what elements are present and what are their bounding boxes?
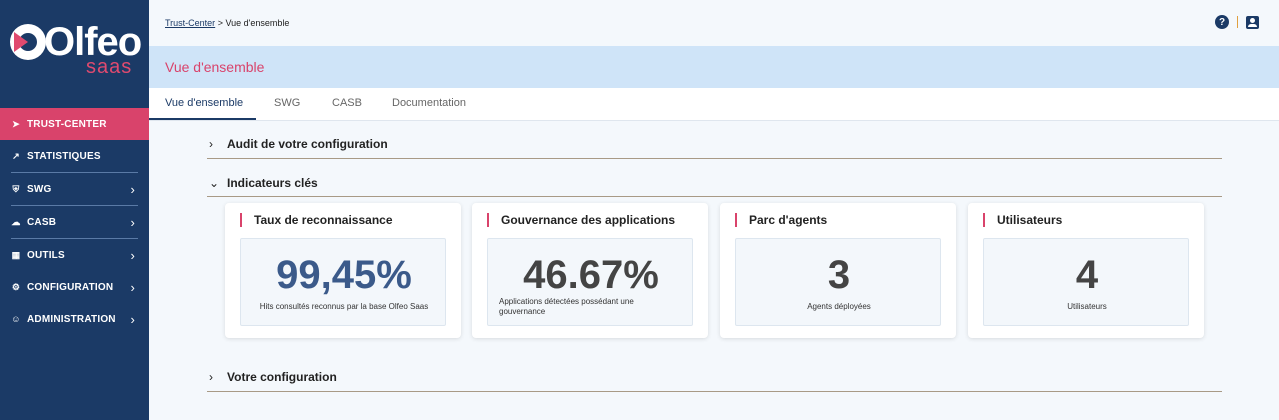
trend-icon: ↗: [12, 150, 20, 161]
card-gouvernance: Gouvernance des applications 46.67% Appl…: [472, 203, 708, 338]
card-value: 4: [1075, 253, 1099, 297]
active-tab-indicator: [149, 118, 256, 120]
cloud-icon: ☁: [11, 216, 21, 227]
section-title: Indicateurs clés: [227, 176, 318, 190]
sidebar-item-trust-center[interactable]: ➤ TRUST-CENTER: [0, 108, 149, 140]
card-accent-bar: [240, 213, 242, 227]
sidebar-item-label: CASB: [27, 216, 57, 228]
card-accent-bar: [983, 213, 985, 227]
chevron-right-icon: ›: [209, 137, 213, 151]
chevron-right-icon: ›: [130, 215, 135, 230]
card-body: 4 Utilisateurs: [983, 238, 1189, 326]
sidebar-item-casb[interactable]: ☁ CASB ›: [0, 206, 149, 238]
logo-subtext: saas: [86, 56, 133, 78]
section-audit[interactable]: › Audit de votre configuration: [207, 134, 1222, 159]
card-title: Parc d'agents: [749, 213, 828, 227]
page-title: Vue d'ensemble: [165, 59, 265, 75]
shield-icon: ⛨: [12, 183, 20, 194]
chevron-right-icon: ›: [130, 248, 135, 263]
gear-icon: ⚙: [11, 281, 21, 292]
tab-vue-ensemble[interactable]: Vue d'ensemble: [165, 97, 243, 109]
card-body: 3 Agents déployées: [735, 238, 941, 326]
sidebar-item-label: OUTILS: [27, 249, 65, 261]
olfeo-logo[interactable]: Olfeo saas: [8, 18, 142, 80]
chevron-down-icon: ⌄: [209, 176, 220, 190]
card-utilisateurs: Utilisateurs 4 Utilisateurs: [968, 203, 1204, 338]
card-body: 99,45% Hits consultés reconnus par la ba…: [240, 238, 446, 326]
section-title: Votre configuration: [227, 370, 337, 384]
sidebar-nav: ➤ TRUST-CENTER ↗ STATISTIQUES ⛨ SWG › ☁ …: [0, 108, 149, 335]
card-description: Applications détectées possédant une gou…: [499, 297, 634, 316]
card-accent-bar: [487, 213, 489, 227]
breadcrumb-link-trust-center[interactable]: Trust-Center: [165, 18, 215, 28]
user-account-icon[interactable]: [1246, 16, 1259, 29]
chevron-right-icon: ›: [130, 280, 135, 295]
users-icon: ☺: [11, 314, 21, 324]
tab-swg[interactable]: SWG: [274, 97, 300, 109]
card-parc-agents: Parc d'agents 3 Agents déployées: [720, 203, 956, 338]
sidebar-item-configuration[interactable]: ⚙ CONFIGURATION ›: [0, 271, 149, 303]
help-icon[interactable]: ?: [1215, 15, 1229, 29]
tools-icon: ▦: [11, 249, 21, 260]
card-title: Gouvernance des applications: [501, 213, 676, 227]
tab-casb[interactable]: CASB: [332, 97, 362, 109]
sidebar-item-statistiques[interactable]: ↗ STATISTIQUES: [0, 140, 149, 172]
title-band: Vue d'ensemble: [149, 46, 1279, 88]
logo-play-icon: [14, 32, 28, 52]
card-value: 99,45%: [276, 253, 412, 297]
card-description: Utilisateurs: [1067, 302, 1107, 311]
card-title: Taux de reconnaissance: [254, 213, 393, 227]
sidebar-item-label: TRUST-CENTER: [27, 118, 107, 130]
topbar-divider: [1237, 16, 1238, 28]
sidebar-item-label: SWG: [27, 183, 52, 195]
sidebar-item-outils[interactable]: ▦ OUTILS ›: [0, 239, 149, 271]
sidebar: Olfeo saas ➤ TRUST-CENTER ↗ STATISTIQUES…: [0, 0, 149, 420]
sidebar-item-label: ADMINISTRATION: [27, 313, 116, 325]
card-accent-bar: [735, 213, 737, 227]
sidebar-item-label: STATISTIQUES: [27, 150, 101, 162]
chevron-right-icon: ›: [130, 182, 135, 197]
chevron-right-icon: ›: [130, 312, 135, 327]
sidebar-item-label: CONFIGURATION: [27, 281, 114, 293]
card-description: Agents déployées: [807, 302, 871, 311]
tab-bar: Vue d'ensemble SWG CASB Documentation: [149, 88, 1279, 121]
section-title: Audit de votre configuration: [227, 137, 388, 151]
breadcrumb-current: Vue d'ensemble: [225, 18, 290, 28]
card-taux-reconnaissance: Taux de reconnaissance 99,45% Hits consu…: [225, 203, 461, 338]
top-bar: Trust-Center > Vue d'ensemble ?: [149, 0, 1279, 46]
card-body: 46.67% Applications détectées possédant …: [487, 238, 693, 326]
card-value: 46.67%: [523, 253, 659, 297]
chevron-right-icon: ›: [209, 370, 213, 384]
tab-documentation[interactable]: Documentation: [392, 97, 466, 109]
section-indicators[interactable]: ⌄ Indicateurs clés: [207, 172, 1222, 197]
breadcrumb-separator: >: [215, 18, 226, 28]
card-title: Utilisateurs: [997, 213, 1063, 227]
sidebar-item-swg[interactable]: ⛨ SWG ›: [0, 173, 149, 205]
sidebar-item-administration[interactable]: ☺ ADMINISTRATION ›: [0, 303, 149, 335]
card-value: 3: [827, 253, 851, 297]
breadcrumb: Trust-Center > Vue d'ensemble: [165, 18, 289, 28]
section-configuration[interactable]: › Votre configuration: [207, 367, 1222, 392]
card-description: Hits consultés reconnus par la base Olfe…: [259, 302, 429, 311]
arrow-in-icon: ➤: [12, 118, 20, 129]
